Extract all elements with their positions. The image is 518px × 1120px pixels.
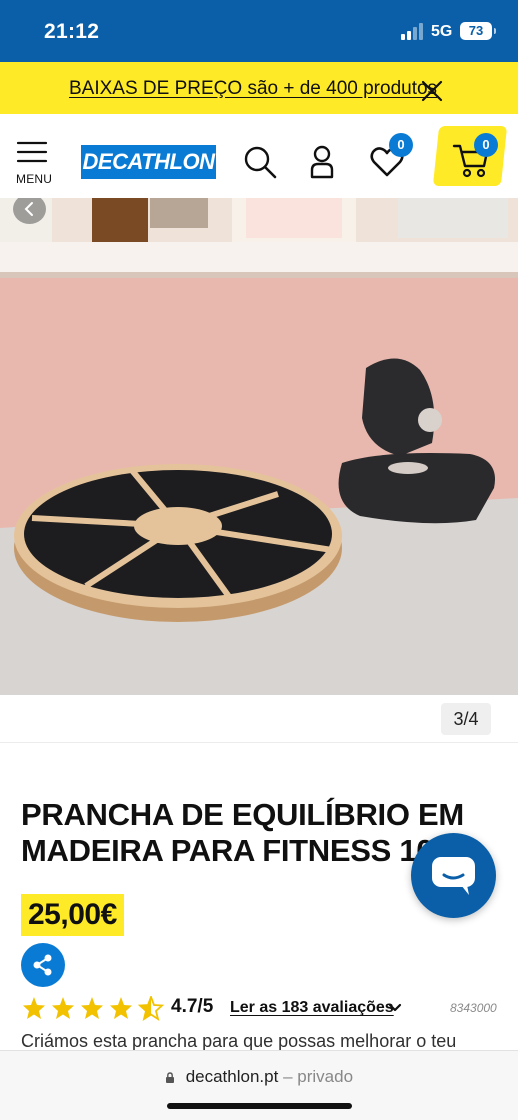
- promo-link[interactable]: BAIXAS DE PREÇO são + de 400 produtos: [69, 78, 437, 100]
- share-button[interactable]: [21, 943, 65, 987]
- chevron-left-icon: [24, 202, 33, 216]
- chat-icon: [432, 857, 475, 895]
- chat-button[interactable]: [411, 833, 496, 918]
- site-header: MENU DECATHLON 0 0: [0, 114, 518, 198]
- network-type: 5G: [431, 23, 453, 40]
- menu-label: MENU: [16, 172, 53, 186]
- battery-icon: 73: [460, 22, 496, 40]
- browsing-mode: privado: [297, 1067, 354, 1086]
- gallery-prev-button[interactable]: [13, 198, 46, 224]
- product-reference: 8343000: [450, 1001, 497, 1015]
- lock-icon: [165, 1072, 174, 1083]
- star-icon: [110, 997, 132, 1019]
- rating-row: 4.7/5 Ler as 183 avaliações 8343000: [22, 994, 502, 1022]
- cart-count-badge: 0: [474, 133, 498, 157]
- half-star-icon: [139, 996, 163, 1020]
- rating-value: 4.7/5: [171, 996, 214, 1017]
- product-price: 25,00€: [21, 894, 124, 936]
- product-title: PRANCHA DE EQUILÍBRIO EM MADEIRA PARA FI…: [21, 797, 464, 868]
- url-domain: decathlon.pt: [185, 1067, 279, 1086]
- browser-url-bar[interactable]: decathlon.pt – privado: [0, 1050, 518, 1120]
- rating-stars: [23, 996, 163, 1020]
- close-icon[interactable]: [420, 79, 444, 103]
- star-icon: [23, 997, 45, 1019]
- status-time: 21:12: [44, 20, 100, 43]
- promo-banner: BAIXAS DE PREÇO são + de 400 produtos: [0, 62, 518, 114]
- gallery-counter: 3/4: [441, 703, 491, 735]
- menu-icon: [16, 141, 48, 163]
- star-icon: [52, 997, 74, 1019]
- signal-icon: [401, 23, 425, 40]
- home-indicator[interactable]: [167, 1103, 352, 1109]
- share-icon: [33, 954, 52, 976]
- gallery-footer: 3/4: [0, 695, 518, 743]
- search-icon[interactable]: [243, 145, 277, 179]
- reviews-link[interactable]: Ler as 183 avaliações: [230, 999, 394, 1017]
- status-bar: 21:12 5G 73: [0, 0, 518, 62]
- url-display: decathlon.pt – privado: [0, 1067, 518, 1087]
- account-icon[interactable]: [309, 145, 335, 179]
- product-photo: [0, 198, 518, 695]
- star-icon: [81, 997, 103, 1019]
- wishlist-count-badge: 0: [389, 133, 413, 157]
- url-separator: –: [283, 1067, 293, 1086]
- product-image-gallery[interactable]: [0, 198, 518, 695]
- chevron-down-icon[interactable]: [388, 1000, 402, 1014]
- decathlon-logo[interactable]: DECATHLON: [81, 145, 216, 179]
